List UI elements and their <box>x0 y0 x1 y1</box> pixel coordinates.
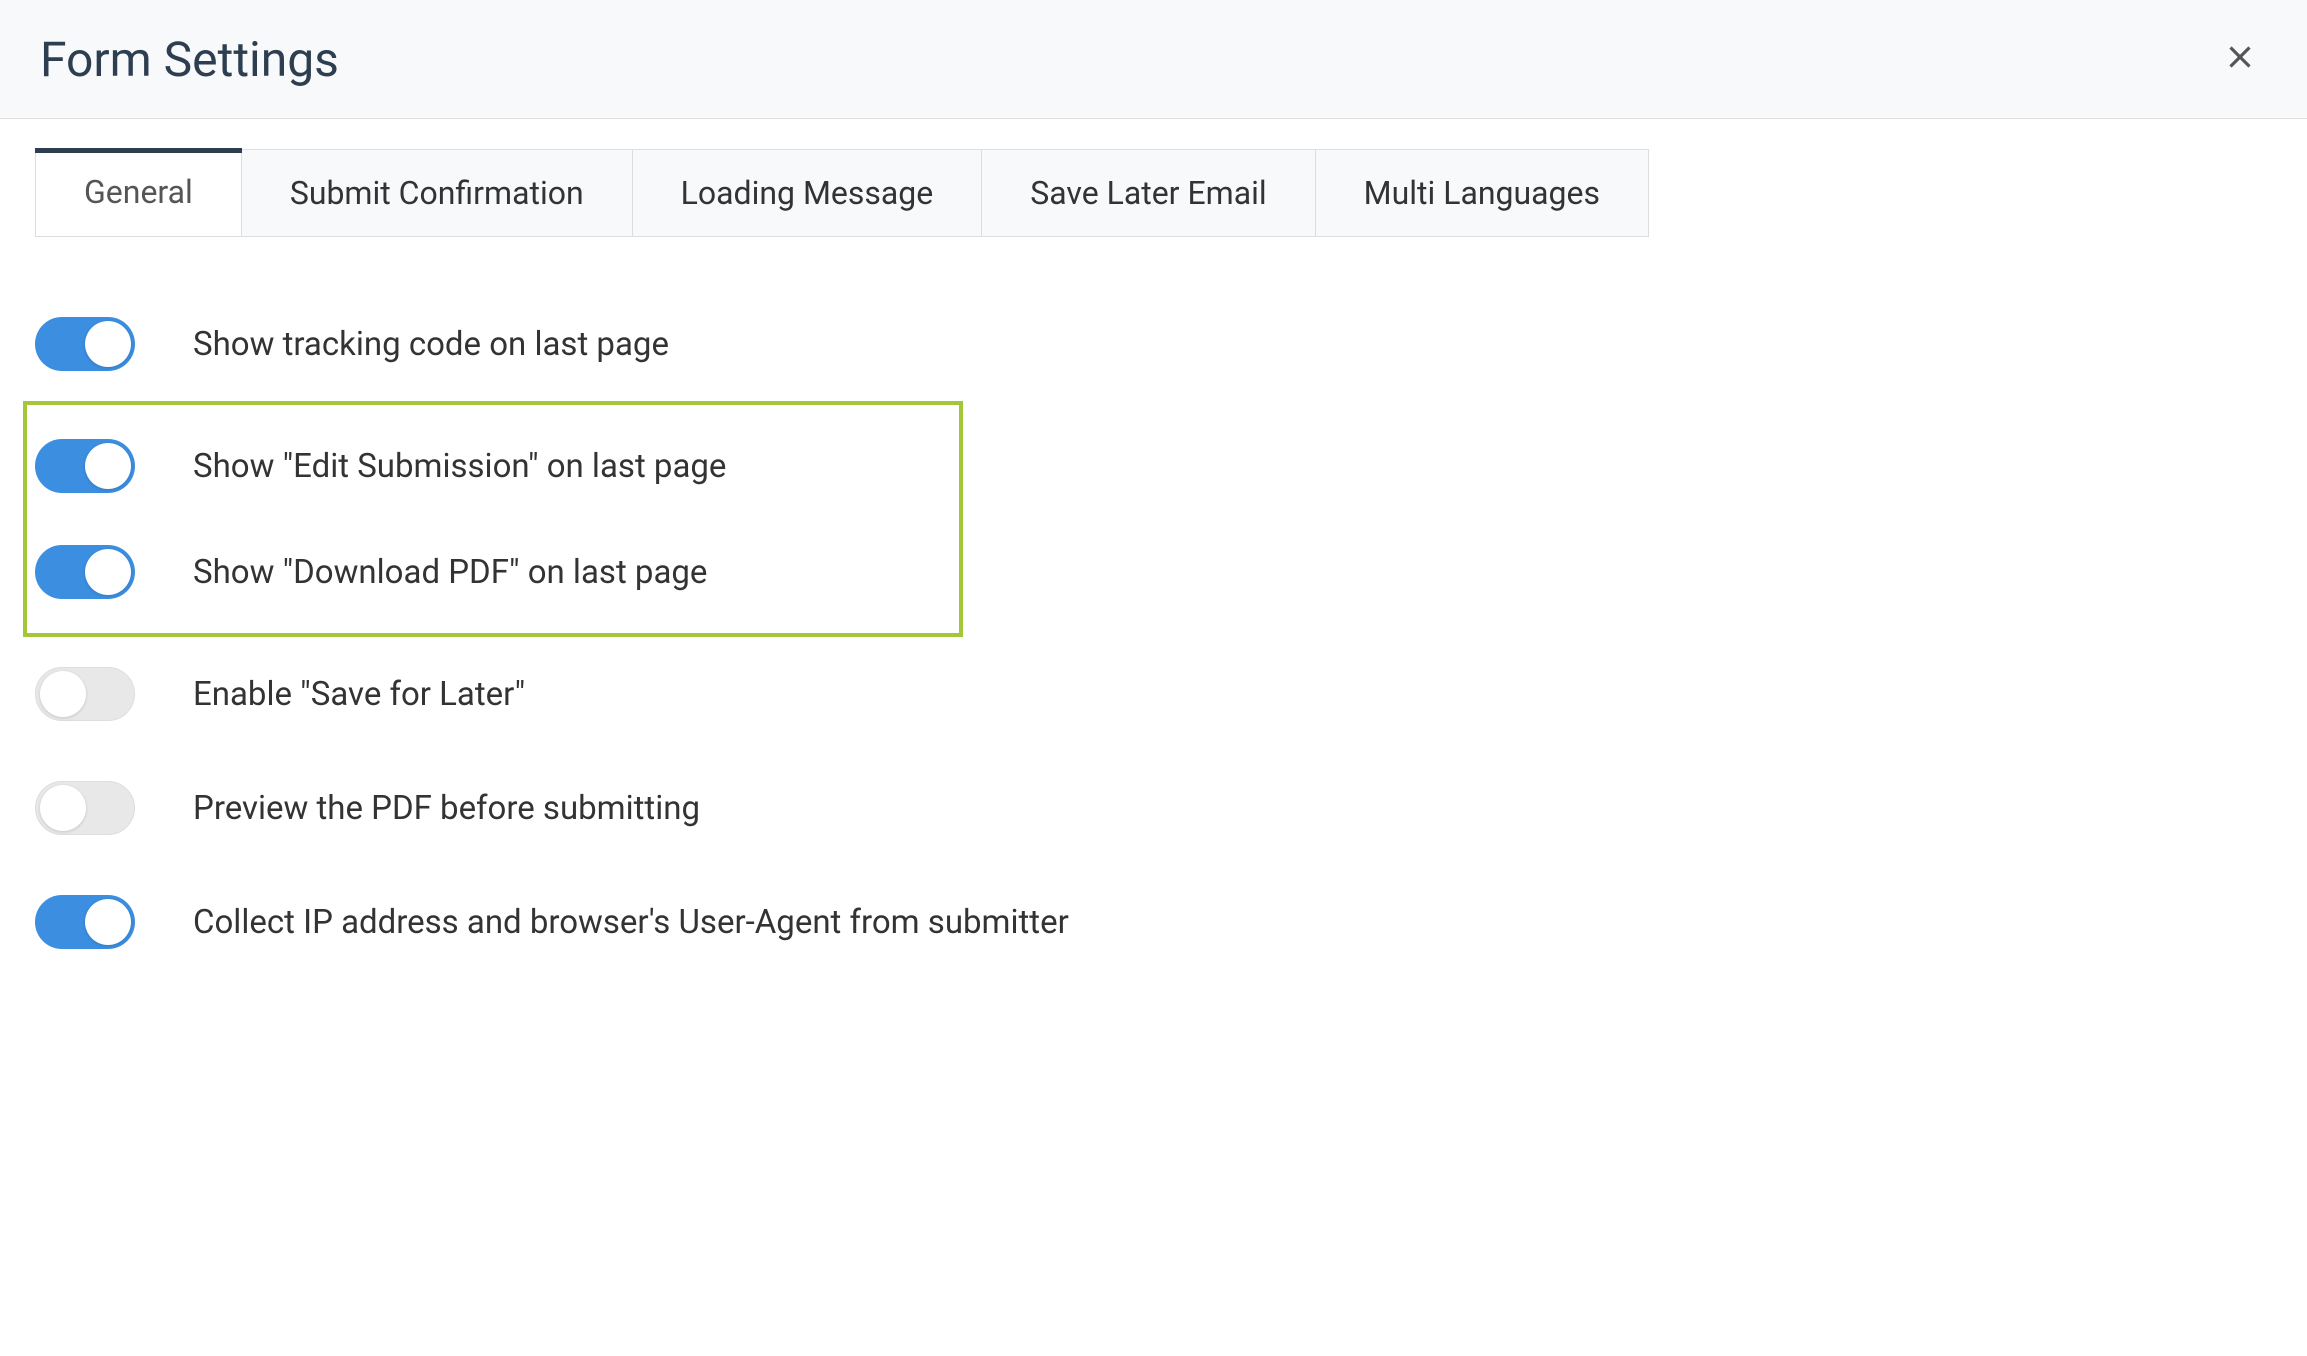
tab-multi-languages[interactable]: Multi Languages <box>1316 149 1649 237</box>
dialog-title: Form Settings <box>40 31 339 88</box>
setting-row-preview-pdf: Preview the PDF before submitting <box>35 751 2272 865</box>
setting-label: Collect IP address and browser's User-Ag… <box>193 903 1069 942</box>
setting-label: Show "Download PDF" on last page <box>193 553 707 592</box>
tabs-container: General Submit Confirmation Loading Mess… <box>35 149 2272 237</box>
dialog-content: General Submit Confirmation Loading Mess… <box>0 119 2307 1009</box>
setting-label: Enable "Save for Later" <box>193 675 525 714</box>
toggle-knob <box>85 443 131 489</box>
dialog-header: Form Settings <box>0 0 2307 119</box>
toggle-collect-ip[interactable] <box>35 895 135 949</box>
toggle-download-pdf[interactable] <box>35 545 135 599</box>
toggle-save-for-later[interactable] <box>35 667 135 721</box>
toggle-tracking-code[interactable] <box>35 317 135 371</box>
setting-label: Show tracking code on last page <box>193 325 669 364</box>
toggle-knob <box>85 321 131 367</box>
setting-row-download-pdf: Show "Download PDF" on last page <box>35 519 951 625</box>
tab-save-later-email[interactable]: Save Later Email <box>982 149 1315 237</box>
setting-row-collect-ip: Collect IP address and browser's User-Ag… <box>35 865 2272 979</box>
tab-general[interactable]: General <box>35 149 242 237</box>
settings-list: Show tracking code on last page Show "Ed… <box>35 287 2272 979</box>
toggle-knob <box>85 899 131 945</box>
toggle-knob <box>40 671 86 717</box>
tab-submit-confirmation[interactable]: Submit Confirmation <box>242 149 633 237</box>
highlight-box: Show "Edit Submission" on last page Show… <box>23 401 963 637</box>
close-icon <box>2221 38 2259 76</box>
setting-row-save-for-later: Enable "Save for Later" <box>35 637 2272 751</box>
tab-loading-message[interactable]: Loading Message <box>633 149 983 237</box>
close-button[interactable] <box>2213 30 2267 88</box>
toggle-knob <box>40 785 86 831</box>
toggle-edit-submission[interactable] <box>35 439 135 493</box>
setting-row-edit-submission: Show "Edit Submission" on last page <box>35 413 951 519</box>
toggle-knob <box>85 549 131 595</box>
setting-label: Show "Edit Submission" on last page <box>193 447 726 486</box>
toggle-preview-pdf[interactable] <box>35 781 135 835</box>
setting-label: Preview the PDF before submitting <box>193 789 700 828</box>
setting-row-tracking-code: Show tracking code on last page <box>35 287 2272 401</box>
